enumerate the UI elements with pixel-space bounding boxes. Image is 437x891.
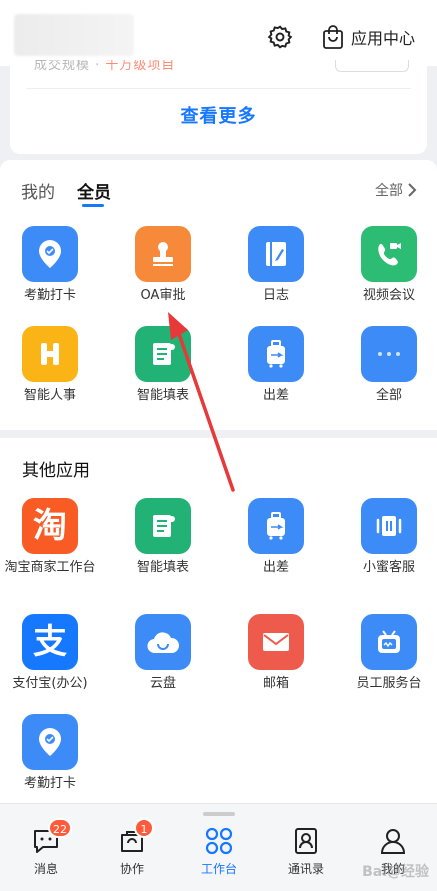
nav-contacts[interactable]: 通讯录 [271, 826, 341, 877]
bottom-nav: 22 消息 1 协作 工作台 通讯录 我的 Bai@经验 [0, 803, 437, 891]
apps-card: 我的 全员 全部 考勤打卡 OA审批 日志 视频会议 智能人事 智能填表 出差 … [0, 160, 437, 430]
app-taobao-seller[interactable]: 淘 淘宝商家工作台 [0, 498, 105, 576]
other-apps-card: 其他应用 淘 淘宝商家工作台 智能填表 出差 小蜜客服 支 支付宝(办公) 云盘 [0, 438, 437, 803]
app-business-trip[interactable]: 出差 [221, 326, 331, 404]
unread-badge: 1 [134, 818, 154, 838]
app-smart-form-2[interactable]: 智能填表 [108, 498, 218, 576]
app-label: 出差 [262, 560, 289, 575]
app-label: 智能填表 [136, 388, 189, 403]
app-label: 淘宝商家工作台 [4, 560, 96, 575]
shopping-bag-icon [323, 25, 343, 49]
app-label: 支付宝(办公) [12, 676, 88, 691]
grid-icon [204, 826, 234, 856]
form-icon [135, 326, 191, 382]
top-bar: 应用中心 [0, 0, 437, 66]
app-label: 考勤打卡 [23, 776, 76, 791]
service-robot-icon [361, 614, 417, 670]
user-icon [378, 826, 408, 856]
summary-text: 成交规模 · [34, 60, 106, 72]
divider [26, 88, 411, 89]
app-center-label: 应用中心 [351, 29, 416, 48]
app-label: 视频会议 [362, 288, 415, 303]
app-center-button[interactable]: 应用中心 [321, 22, 415, 52]
app-mail[interactable]: 邮箱 [221, 614, 331, 692]
nav-label: 协作 [119, 862, 144, 876]
app-label: 智能填表 [136, 560, 189, 575]
watermark: Bai@经验 [362, 864, 429, 880]
cut-off-button[interactable] [335, 60, 409, 72]
see-more-link[interactable]: 查看更多 [10, 102, 427, 128]
summary-card: 成交规模 · 千万级项目 查看更多 [10, 60, 427, 154]
view-all-label: 全部 [375, 183, 403, 199]
notebook-icon [248, 226, 304, 282]
app-label: 出差 [262, 388, 289, 403]
location-pin-icon [22, 714, 78, 770]
app-video-meeting[interactable]: 视频会议 [334, 226, 437, 304]
app-smart-hr[interactable]: 智能人事 [0, 326, 105, 404]
gear-icon[interactable] [267, 24, 293, 50]
app-smart-form[interactable]: 智能填表 [108, 326, 218, 404]
contacts-icon [291, 826, 321, 856]
form-icon [135, 498, 191, 554]
customer-service-icon [361, 498, 417, 554]
app-label: 小蜜客服 [362, 560, 415, 575]
alipay-icon: 支 [22, 614, 78, 670]
mail-icon [248, 614, 304, 670]
nav-workbench[interactable]: 工作台 [184, 826, 254, 877]
section-title: 其他应用 [22, 461, 90, 481]
app-label: 智能人事 [23, 388, 76, 403]
summary-partial-text: 成交规模 · 千万级项目 [34, 60, 175, 72]
nav-label: 消息 [33, 862, 58, 876]
drag-handle[interactable] [203, 812, 235, 816]
app-label: 邮箱 [262, 676, 289, 691]
active-tab-indicator [82, 204, 104, 207]
blurred-org-name [14, 14, 134, 56]
app-alipay[interactable]: 支 支付宝(办公) [0, 614, 105, 692]
app-label: 考勤打卡 [23, 288, 76, 303]
app-customer-service[interactable]: 小蜜客服 [334, 498, 437, 576]
app-label: 全部 [375, 388, 402, 403]
app-employee-service[interactable]: 员工服务台 [334, 614, 437, 692]
app-cloud-drive[interactable]: 云盘 [108, 614, 218, 692]
app-label: 日志 [262, 288, 289, 303]
app-label: 云盘 [149, 676, 176, 691]
luggage-icon [248, 326, 304, 382]
location-pin-icon [22, 226, 78, 282]
nav-label: 通讯录 [287, 862, 324, 876]
nav-messages[interactable]: 22 消息 [11, 818, 81, 877]
app-log[interactable]: 日志 [221, 226, 331, 304]
app-label: 员工服务台 [356, 676, 422, 691]
taobao-icon: 淘 [22, 498, 78, 554]
unread-badge: 22 [48, 818, 72, 838]
nav-label: 工作台 [200, 862, 237, 876]
summary-highlight: 千万级项目 [105, 60, 176, 72]
tab-mine[interactable]: 我的 [21, 178, 55, 203]
view-all-button[interactable]: 全部 [375, 180, 417, 200]
chevron-right-icon [408, 183, 417, 197]
h-icon [22, 326, 78, 382]
app-label: OA审批 [140, 288, 186, 303]
app-business-trip-2[interactable]: 出差 [221, 498, 331, 576]
app-all[interactable]: 全部 [334, 326, 437, 404]
chat-bubble-icon: 22 [31, 818, 72, 856]
video-call-icon [361, 226, 417, 282]
collab-icon: 1 [117, 818, 154, 856]
app-attendance[interactable]: 考勤打卡 [0, 226, 105, 304]
nav-collab[interactable]: 1 协作 [97, 818, 167, 877]
app-attendance-2[interactable]: 考勤打卡 [0, 714, 105, 792]
cloud-icon [135, 614, 191, 670]
luggage-icon [248, 498, 304, 554]
more-dots-icon [361, 326, 417, 382]
stamp-icon [135, 226, 191, 282]
app-oa-approval[interactable]: OA审批 [108, 226, 218, 304]
tab-all[interactable]: 全员 [77, 178, 111, 203]
